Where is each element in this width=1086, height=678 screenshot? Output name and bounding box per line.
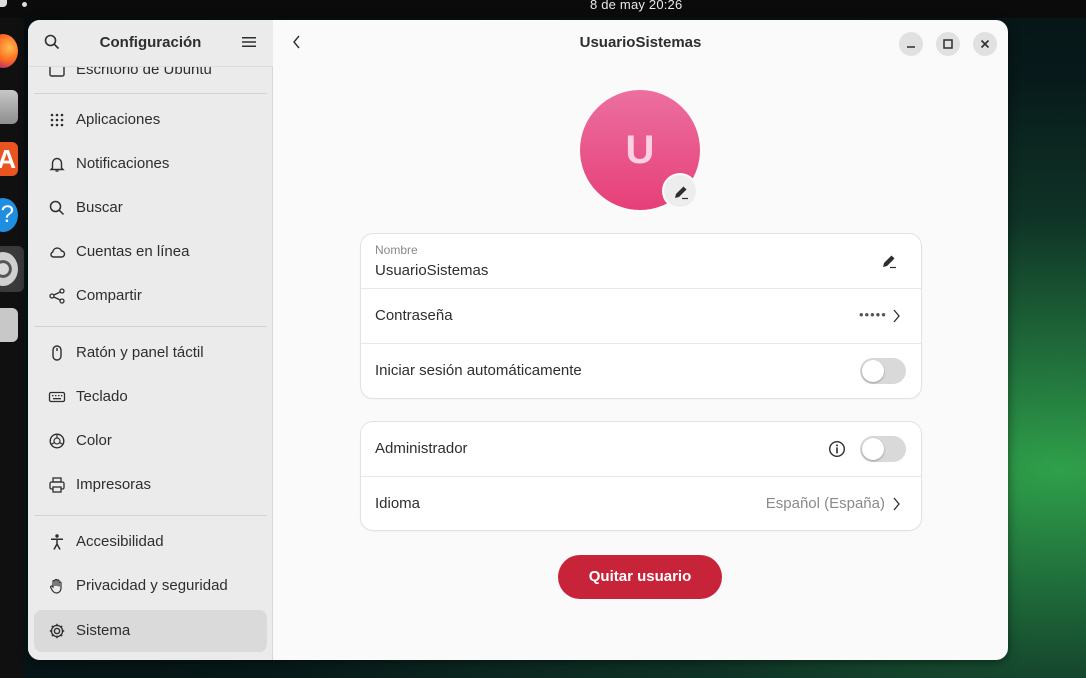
color-icon [49,433,65,449]
menu-icon[interactable] [242,36,256,48]
maximize-icon [943,39,953,49]
sidebar-item-label: Privacidad y seguridad [76,577,228,594]
clock[interactable]: 8 de may 20:26 [590,0,682,12]
search-icon [49,200,65,216]
sidebar-item-ubuntu-desktop[interactable]: Escritorio de Ubuntu [34,67,267,89]
workspace-indicator[interactable] [22,2,27,7]
autologin-label: Iniciar sesión automáticamente [375,362,582,379]
sidebar-item-accesibilidad[interactable]: Accesibilidad [34,521,267,563]
sidebar-separator [34,515,267,516]
pencil-icon[interactable] [881,253,897,269]
page-title: UsuarioSistemas [579,34,702,51]
monitor-icon [49,67,65,77]
sidebar-item-cuentas-en-linea[interactable]: Cuentas en línea [34,231,267,273]
sidebar-item-sistema[interactable]: Sistema [34,610,267,652]
name-row[interactable]: Nombre UsuarioSistemas [361,234,921,289]
dock: A ? [0,18,24,678]
trash-icon[interactable] [0,308,18,342]
pencil-icon [675,186,688,200]
settings-window: Configuración Escritorio de Ubuntu Aplic… [28,20,1008,660]
hand-icon [50,578,62,594]
close-button[interactable] [973,32,997,56]
chevron-right-icon [893,497,900,511]
avatar-edit-button[interactable] [662,173,698,209]
admin-switch[interactable] [860,436,906,462]
sidebar-item-privacidad[interactable]: Privacidad y seguridad [34,565,267,607]
switch-knob [862,438,884,460]
mouse-icon [52,345,62,361]
printer-icon [49,477,65,493]
minimize-button[interactable] [899,32,923,56]
system-card: Administrador Idioma Español (España) [361,422,921,530]
sidebar-item-compartir[interactable]: Compartir [34,275,267,317]
sidebar-item-label: Color [76,432,112,449]
sidebar-header: Configuración [28,20,273,67]
sidebar-item-label: Escritorio de Ubuntu [76,67,212,78]
autologin-row: Iniciar sesión automáticamente [361,344,921,398]
close-icon [980,39,990,49]
chevron-right-icon [893,309,900,323]
app-center-icon[interactable]: A [0,142,18,176]
sidebar: Configuración Escritorio de Ubuntu Aplic… [28,20,273,660]
sidebar-item-label: Impresoras [76,476,152,493]
firefox-icon[interactable] [0,34,18,68]
sidebar-separator [34,93,267,94]
autologin-switch[interactable] [860,358,906,384]
sidebar-separator [34,326,267,327]
sidebar-item-label: Aplicaciones [76,111,161,128]
sidebar-item-aplicaciones[interactable]: Aplicaciones [34,99,267,141]
sidebar-item-label: Teclado [76,388,128,405]
top-bar: 8 de may 20:26 [0,0,1086,18]
remove-user-button[interactable]: Quitar usuario [558,555,722,599]
sidebar-item-label: Sistema [76,622,131,639]
switch-knob [862,360,884,382]
language-value: Español (España) [765,495,885,512]
password-row[interactable]: Contraseña ••••• [361,289,921,344]
sidebar-item-label: Compartir [76,287,142,304]
sidebar-item-label: Buscar [76,199,123,216]
sidebar-item-label: Accesibilidad [76,533,164,550]
info-icon[interactable] [828,440,846,458]
account-card: Nombre UsuarioSistemas Contraseña ••••• … [361,234,921,398]
language-label: Idioma [375,495,421,512]
sidebar-item-raton[interactable]: Ratón y panel táctil [34,332,267,374]
minimize-icon [907,46,915,48]
cloud-icon [50,247,66,258]
activities-indicator[interactable] [0,0,7,7]
bell-icon [49,157,65,172]
grid-icon [50,113,64,127]
sidebar-item-label: Ratón y panel táctil [76,344,204,361]
password-dots: ••••• [859,307,887,322]
share-icon [49,288,65,304]
sidebar-title: Configuración [99,34,202,51]
files-icon[interactable] [0,90,18,124]
sidebar-item-label: Notificaciones [76,155,170,172]
accessibility-icon [51,534,63,550]
sidebar-item-label: Cuentas en línea [76,243,190,260]
sidebar-item-notificaciones[interactable]: Notificaciones [34,143,267,185]
admin-row: Administrador [361,422,921,477]
name-value[interactable]: UsuarioSistemas [375,262,488,279]
sidebar-item-color[interactable]: Color [34,420,267,462]
maximize-button[interactable] [936,32,960,56]
main-panel: UsuarioSistemas U Nombre UsuarioSistemas… [273,20,1008,660]
admin-label: Administrador [375,440,468,457]
keyboard-icon [48,391,66,403]
name-label: Nombre [375,243,418,257]
sidebar-item-buscar[interactable]: Buscar [34,187,267,229]
help-icon[interactable]: ? [0,198,18,232]
gear-icon [49,623,65,639]
sidebar-item-impresoras[interactable]: Impresoras [34,464,267,506]
language-row[interactable]: Idioma Español (España) [361,477,921,530]
sidebar-item-teclado[interactable]: Teclado [34,376,267,418]
password-label: Contraseña [375,307,453,324]
